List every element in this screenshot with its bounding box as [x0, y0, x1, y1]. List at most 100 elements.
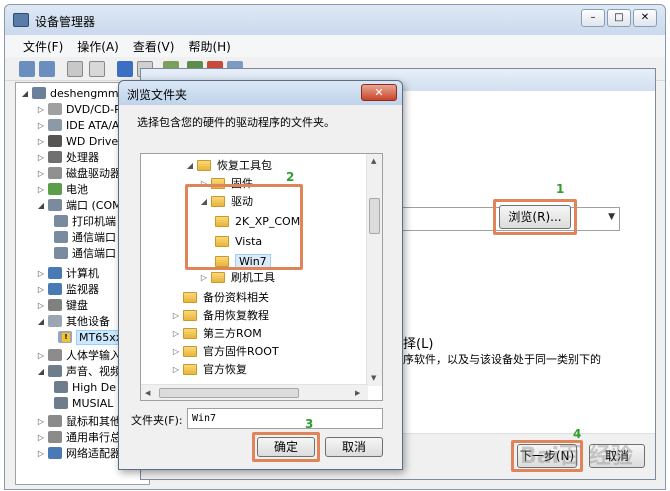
usb-icon: [48, 431, 62, 443]
tree-item-mouse[interactable]: ▷ 鼠标和其他: [36, 413, 121, 429]
expand-arrow-icon[interactable]: ▷: [36, 185, 46, 194]
expand-arrow-icon[interactable]: ▷: [36, 417, 46, 426]
browse-cancel-button[interactable]: 取消: [325, 437, 383, 457]
tree-item-sound[interactable]: ◢ 声音、视频: [36, 363, 121, 379]
folder-official-firmware-root[interactable]: ▷ 官方固件ROOT: [171, 342, 279, 360]
expand-arrow-icon[interactable]: ▷: [36, 137, 46, 146]
warning-icon: [58, 331, 72, 343]
close-button[interactable]: ✕: [633, 9, 657, 27]
expand-arrow-icon[interactable]: ▷: [36, 433, 46, 442]
properties-icon[interactable]: [67, 61, 83, 77]
monitor-icon: [48, 283, 62, 295]
tree-item-dvd[interactable]: ▷ DVD/CD-R: [36, 101, 122, 117]
back-arrow-icon[interactable]: [19, 61, 35, 77]
menu-view[interactable]: 查看(V): [133, 38, 175, 55]
tree-item-network[interactable]: ▷ 网络适配器: [36, 445, 121, 461]
ide-controller-icon: [48, 119, 62, 131]
scroll-right-icon[interactable]: ▶: [355, 389, 360, 397]
menu-file[interactable]: 文件(F): [23, 38, 63, 55]
expand-arrow-icon[interactable]: ▷: [171, 365, 181, 374]
scroll-up-icon[interactable]: ▲: [371, 157, 376, 165]
collapse-arrow-icon[interactable]: ◢: [20, 89, 30, 98]
expand-arrow-icon[interactable]: ▷: [36, 169, 46, 178]
step-label-2: 2: [286, 170, 295, 184]
folder-field-label: 文件夹(F):: [131, 414, 183, 427]
folder-recovery-kit[interactable]: ◢ 恢复工具包: [185, 156, 272, 174]
tree-item-monitor[interactable]: ▷ 监视器: [36, 281, 99, 297]
tree-item-processor[interactable]: ▷ 处理器: [36, 149, 99, 165]
window-controls: – □ ✕: [581, 9, 657, 27]
expand-arrow-icon[interactable]: ▷: [36, 153, 46, 162]
battery-icon: [48, 183, 62, 195]
forward-arrow-icon[interactable]: [39, 61, 55, 77]
wizard-option-title: 择(L): [403, 337, 434, 352]
browse-instruction: 选择包含您的硬件的驱动程序的文件夹。: [137, 116, 335, 129]
minimize-button[interactable]: –: [581, 9, 605, 27]
vertical-scrollbar[interactable]: ▲ ▼: [366, 154, 382, 386]
folder-backup-tutorial[interactable]: ▷ 备用恢复教程: [171, 306, 269, 324]
scroll-down-icon[interactable]: ▼: [371, 374, 376, 382]
tree-item-hid[interactable]: ▷ 人体学输入: [36, 347, 121, 363]
tree-item-battery[interactable]: ▷ 电池: [36, 181, 88, 197]
collapse-arrow-icon[interactable]: ◢: [36, 201, 46, 210]
hid-icon: [48, 349, 62, 361]
expand-arrow-icon[interactable]: ▷: [171, 329, 181, 338]
expand-arrow-icon[interactable]: ▷: [36, 285, 46, 294]
tree-item-computer[interactable]: ▷ 计算机: [36, 265, 99, 281]
tree-item-usb[interactable]: ▷ 通用串行总: [36, 429, 121, 445]
speaker-icon: [54, 381, 68, 393]
tree-item-printer-port[interactable]: 打印机端: [52, 213, 116, 229]
processor-icon: [48, 151, 62, 163]
expand-arrow-icon[interactable]: ▷: [199, 273, 209, 282]
folder-icon: [183, 345, 197, 357]
expand-arrow-icon[interactable]: ▷: [36, 121, 46, 130]
computer-icon: [32, 87, 46, 99]
collapse-arrow-icon[interactable]: ◢: [36, 367, 46, 376]
tree-item-other-devices[interactable]: ◢ 其他设备: [36, 313, 110, 329]
folder-third-party-rom[interactable]: ▷ 第三方ROM: [171, 324, 262, 342]
tree-item-musial[interactable]: MUSIAL: [52, 395, 113, 411]
maximize-button[interactable]: □: [607, 9, 631, 27]
browse-dialog-title: 浏览文件夹: [127, 88, 188, 102]
folder-official-recovery[interactable]: ▷ 官方恢复: [171, 360, 247, 378]
dropdown-arrow-icon[interactable]: ▼: [608, 212, 615, 222]
watermark: Bai百 经验: [520, 444, 633, 469]
expand-arrow-icon[interactable]: ▷: [171, 347, 181, 356]
folder-icon: [183, 363, 197, 375]
folder-icon: [197, 159, 211, 171]
tree-item-keyboard[interactable]: ▷ 键盘: [36, 297, 88, 313]
tree-item-disk[interactable]: ▷ 磁盘驱动器: [36, 165, 121, 181]
expand-arrow-icon[interactable]: ▷: [36, 105, 46, 114]
folder-flash-tool[interactable]: ▷ 刷机工具: [199, 268, 275, 286]
menu-help[interactable]: 帮助(H): [188, 38, 230, 55]
expand-arrow-icon[interactable]: ▷: [171, 311, 181, 320]
folder-icon: [183, 327, 197, 339]
tree-item-com-port-1[interactable]: 通信端口: [52, 229, 116, 245]
close-button[interactable]: ✕: [361, 84, 397, 101]
scroll-thumb[interactable]: [159, 388, 299, 398]
window-title: 设备管理器: [35, 15, 96, 29]
scroll-thumb[interactable]: [369, 198, 380, 234]
collapse-arrow-icon[interactable]: ◢: [185, 161, 195, 170]
expand-arrow-icon[interactable]: ▷: [36, 269, 46, 278]
horizontal-scrollbar[interactable]: ◀ ▶: [141, 384, 368, 400]
collapse-arrow-icon[interactable]: ◢: [36, 317, 46, 326]
tree-root[interactable]: ◢ deshengmmo: [20, 85, 125, 101]
expand-arrow-icon[interactable]: ▷: [36, 449, 46, 458]
tree-item-high-def-audio[interactable]: High De: [52, 379, 116, 395]
menu-action[interactable]: 操作(A): [77, 38, 119, 55]
folder-path-field[interactable]: Win7: [187, 408, 383, 429]
help-icon[interactable]: [117, 61, 133, 77]
highlight-browse: [493, 199, 577, 235]
tree-item-wd-drive[interactable]: ▷ WD Drive: [36, 133, 118, 149]
scroll-left-icon[interactable]: ◀: [145, 389, 150, 397]
tree-item-ports[interactable]: ◢ 端口 (COM: [36, 197, 122, 213]
tree-item-mt65xx[interactable]: MT65xx: [56, 329, 126, 345]
tree-item-com-port-2[interactable]: 通信端口: [52, 245, 116, 261]
expand-arrow-icon[interactable]: ▷: [36, 301, 46, 310]
tree-item-ide[interactable]: ▷ IDE ATA/A: [36, 117, 120, 133]
list-view-icon[interactable]: [89, 61, 105, 77]
expand-arrow-icon[interactable]: ▷: [36, 351, 46, 360]
drive-icon: [48, 135, 62, 147]
folder-backup-data[interactable]: 备份资料相关: [171, 288, 269, 306]
